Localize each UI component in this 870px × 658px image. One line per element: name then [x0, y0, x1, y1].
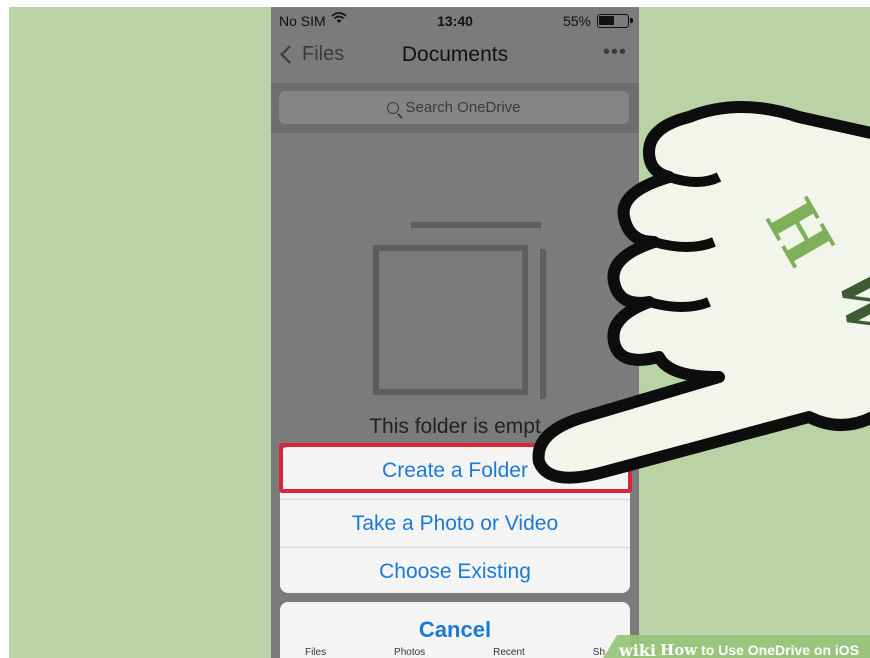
tab-files[interactable]: Files [305, 647, 326, 658]
tab-bar: Files Photos Recent Sh [271, 647, 639, 658]
pointing-hand-icon: H W [532, 101, 870, 484]
tab-shared[interactable]: Sh [593, 647, 605, 658]
tab-recent[interactable]: Recent [493, 647, 525, 658]
battery-percent: 55% [562, 13, 591, 29]
more-icon[interactable]: ••• [603, 41, 627, 64]
watermark-how: How [660, 641, 698, 658]
page-title: Documents [401, 43, 509, 66]
illustration-canvas: No SIM 13:40 55% Files Documents ••• Sea… [9, 7, 870, 658]
status-bar: No SIM 13:40 55% [271, 7, 639, 35]
battery-icon [597, 14, 633, 28]
watermark-title: to Use OneDrive on iOS [701, 642, 860, 658]
choose-existing-button[interactable]: Choose Existing [280, 547, 630, 593]
wikihow-watermark: wiki How to Use OneDrive on iOS [599, 635, 870, 658]
search-placeholder: Search OneDrive [405, 99, 521, 116]
navigation-bar: Files Documents ••• [271, 35, 639, 81]
watermark-logo: wiki [619, 640, 657, 658]
empty-folder-icon-front [373, 245, 528, 395]
tab-photos[interactable]: Photos [394, 647, 425, 658]
search-icon [387, 101, 400, 114]
